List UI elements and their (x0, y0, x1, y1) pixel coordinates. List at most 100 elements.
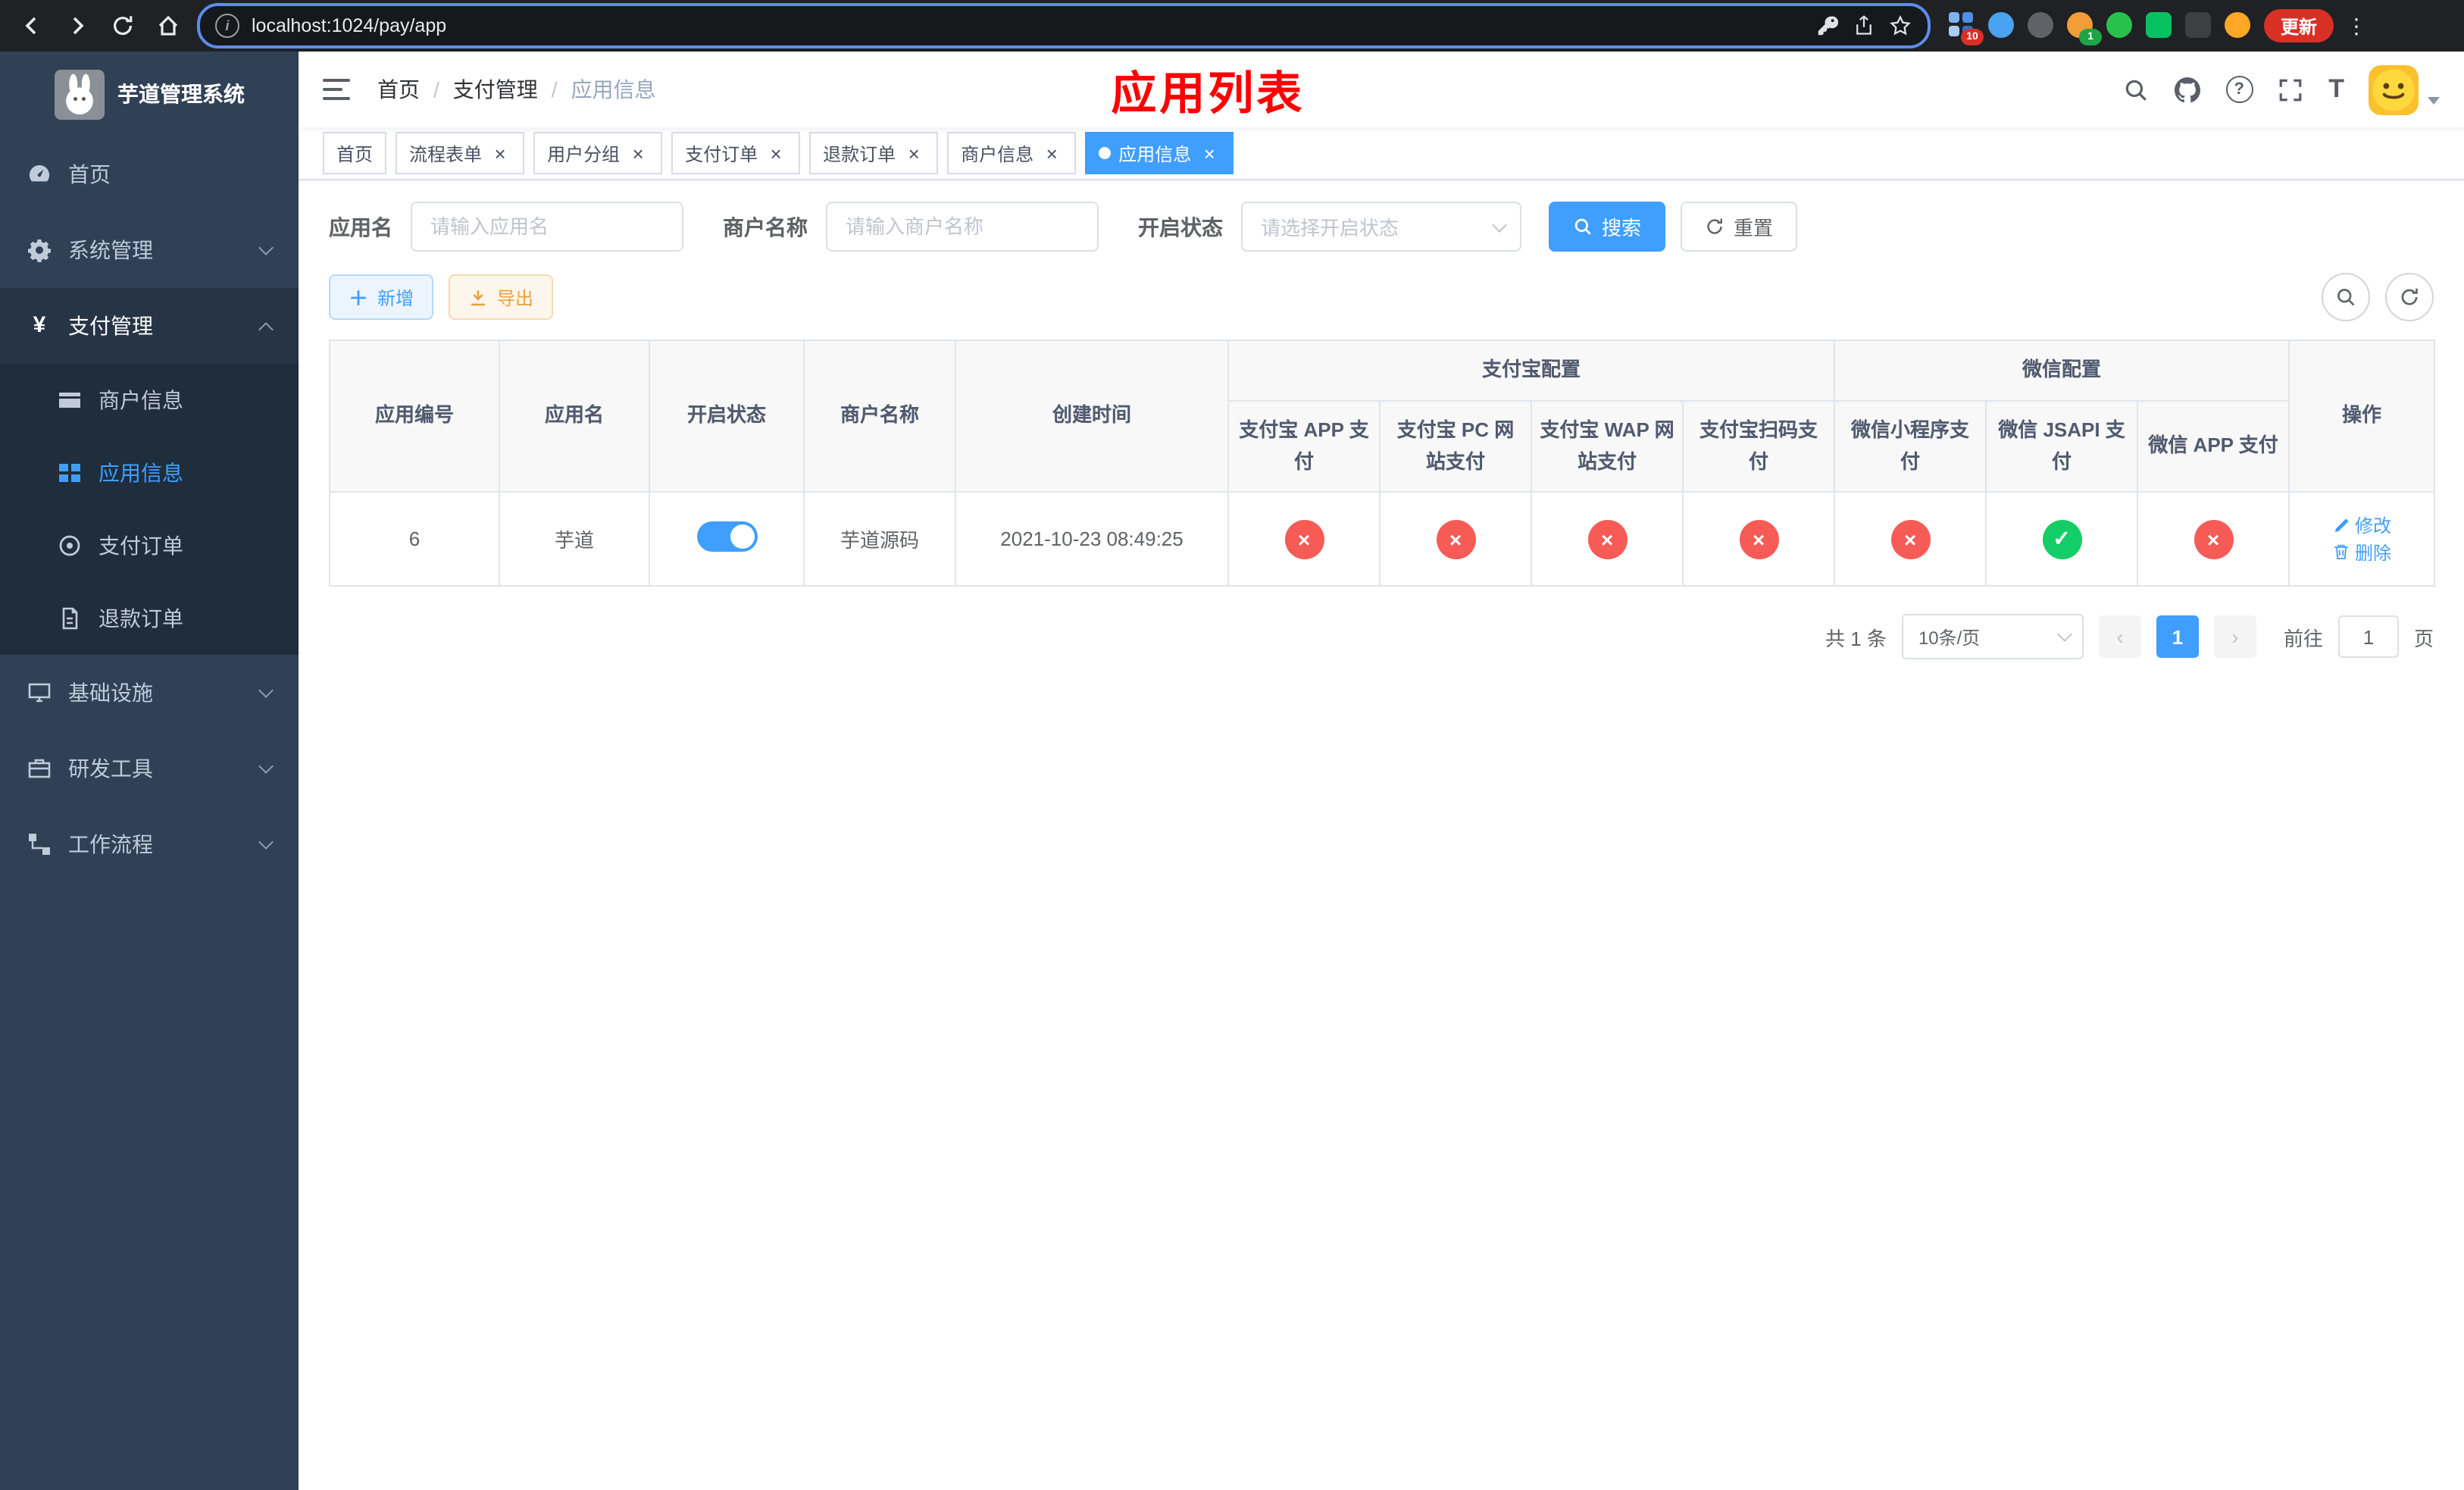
merchant-input[interactable] (826, 202, 1099, 252)
status-icon: × (2194, 519, 2234, 559)
extension-pin-icon[interactable] (2185, 12, 2212, 39)
forward-icon[interactable] (61, 9, 94, 42)
tab-app-info[interactable]: 应用信息 × (1085, 132, 1234, 174)
refresh-table-button[interactable] (2385, 273, 2434, 321)
close-icon[interactable]: × (489, 142, 511, 164)
tab-merchant-info[interactable]: 商户信息 × (947, 132, 1077, 174)
extension-drop-icon[interactable] (1988, 12, 2015, 39)
app-table: 应用编号 应用名 开启状态 商户名称 创建时间 支付宝配置 微信配置 操作 支付… (329, 339, 2436, 587)
browser-update-button[interactable]: 更新 (2264, 9, 2334, 42)
sidebar-item-workflow[interactable]: 工作流程 (0, 806, 299, 882)
close-icon[interactable]: × (627, 142, 649, 164)
sidebar-logo[interactable]: 芋道管理系统 (0, 52, 299, 136)
close-icon[interactable]: × (765, 142, 786, 164)
extension-dark-circle-icon[interactable] (2028, 12, 2055, 39)
extension-translate-icon[interactable]: 1 (2067, 12, 2102, 45)
prev-page-button[interactable]: ‹ (2098, 615, 2141, 659)
sidebar-item-home[interactable]: 首页 (0, 136, 299, 212)
sidebar-item-refund-order[interactable]: 退款订单 (0, 582, 299, 655)
share-icon[interactable] (1852, 14, 1876, 38)
search-icon[interactable] (2122, 76, 2150, 103)
font-size-icon[interactable]: T (2328, 74, 2344, 105)
toggle-search-button[interactable] (2322, 273, 2370, 321)
breadcrumb-item-payment[interactable]: 支付管理 (453, 74, 538, 105)
monitor-icon (28, 683, 51, 703)
tab-label: 支付订单 (685, 143, 758, 164)
url-text[interactable]: localhost:1024/pay/app (252, 15, 446, 36)
goto-page-input[interactable] (2337, 615, 2399, 659)
close-icon[interactable]: × (1041, 142, 1062, 164)
sidebar-item-infrastructure[interactable]: 基础设施 (0, 655, 299, 731)
search-button[interactable]: 搜索 (1549, 202, 1666, 252)
yen-icon: ¥ (33, 312, 46, 338)
add-button[interactable]: 新增 (329, 274, 434, 320)
reset-button-label: 重置 (1734, 217, 1774, 239)
sidebar-item-system[interactable]: 系统管理 (0, 212, 299, 288)
cell-wechat-mini: × (1834, 491, 1987, 587)
chevron-up-icon (258, 321, 274, 337)
extension-wechat-devtools-icon[interactable] (2146, 12, 2173, 39)
cell-created: 2021-10-23 08:49:25 (955, 491, 1229, 587)
home-icon[interactable] (152, 9, 185, 42)
sidebar-item-label: 退款订单 (98, 606, 183, 631)
tab-refund-order[interactable]: 退款订单 × (809, 132, 939, 174)
table-toolbar: 新增 导出 (329, 273, 2434, 321)
export-button[interactable]: 导出 (449, 274, 554, 320)
pagination: 共 1 条 10条/页 ‹ 1 › 前往 页 (329, 614, 2434, 660)
password-key-icon[interactable] (1815, 14, 1840, 38)
sidebar-item-pay-order[interactable]: 支付订单 (0, 509, 299, 582)
page-info-icon[interactable]: i (215, 14, 239, 38)
browser-menu-icon[interactable]: ⋮ (2346, 13, 2367, 39)
close-icon[interactable]: × (1199, 142, 1220, 164)
col-header-wechat-app: 微信 APP 支付 (2137, 399, 2290, 493)
address-bar[interactable]: i localhost:1024/pay/app (197, 3, 1931, 49)
delete-button[interactable]: 删除 (2332, 540, 2391, 565)
bookmark-star-icon[interactable] (1888, 14, 1912, 38)
sidebar-item-payment[interactable]: ¥ 支付管理 (0, 288, 299, 364)
status-icon: × (1890, 519, 1931, 559)
search-icon (1574, 218, 1591, 235)
status-select[interactable]: 请选择开启状态 (1241, 202, 1521, 252)
sidebar-item-label: 基础设施 (68, 681, 153, 705)
cell-status (649, 491, 805, 587)
browser-chrome: i localhost:1024/pay/app 10 1 更新 ⋮ (0, 0, 2464, 52)
help-icon[interactable]: ? (2225, 76, 2253, 103)
sidebar-item-label: 系统管理 (68, 238, 153, 262)
back-icon[interactable] (15, 9, 48, 42)
extension-green-circle-icon[interactable] (2106, 12, 2134, 39)
tab-home[interactable]: 首页 (323, 132, 387, 174)
sidebar-item-dev-tools[interactable]: 研发工具 (0, 731, 299, 806)
group-header-wechat: 微信配置 (1834, 340, 2290, 402)
status-toggle[interactable] (696, 521, 757, 552)
page-number-1[interactable]: 1 (2156, 615, 2199, 659)
cell-alipay-pc: × (1379, 491, 1532, 587)
sidebar-item-merchant-info[interactable]: 商户信息 (0, 364, 299, 437)
col-header-alipay-qr: 支付宝扫码支付 (1681, 399, 1836, 493)
extension-badge: 1 (2079, 29, 2102, 45)
hamburger-icon[interactable] (323, 79, 350, 100)
next-page-button[interactable]: › (2213, 615, 2256, 659)
user-avatar-menu[interactable] (2369, 64, 2440, 114)
extension-monkey-icon[interactable] (2225, 12, 2252, 39)
github-icon[interactable] (2174, 76, 2201, 103)
app-name-input[interactable] (411, 202, 683, 252)
sidebar-item-app-info[interactable]: 应用信息 (0, 437, 299, 509)
reset-button[interactable]: 重置 (1681, 202, 1798, 252)
close-icon[interactable]: × (903, 142, 924, 164)
reload-icon[interactable] (106, 9, 139, 42)
tab-pay-order[interactable]: 支付订单 × (671, 132, 801, 174)
edit-button[interactable]: 修改 (2332, 513, 2391, 539)
tab-process-form[interactable]: 流程表单 × (396, 132, 525, 174)
search-button-label: 搜索 (1602, 217, 1642, 239)
page-size-select[interactable]: 10条/页 (1901, 614, 2084, 660)
filter-app-name: 应用名 (329, 202, 683, 252)
pencil-icon (2334, 518, 2349, 532)
status-icon: × (1739, 519, 1778, 559)
tags-view: 首页 流程表单 × 用户分组 × 支付订单 × 退款订单 × 商户信息 × 应用… (299, 127, 2464, 180)
extension-grid-icon[interactable]: 10 (1949, 12, 1984, 45)
breadcrumb-item-home[interactable]: 首页 (377, 74, 420, 105)
col-header-alipay-pc: 支付宝 PC 网站支付 (1379, 399, 1532, 493)
tab-user-group[interactable]: 用户分组 × (533, 132, 663, 174)
chevron-down-icon (2057, 627, 2072, 643)
fullscreen-icon[interactable] (2277, 76, 2304, 103)
